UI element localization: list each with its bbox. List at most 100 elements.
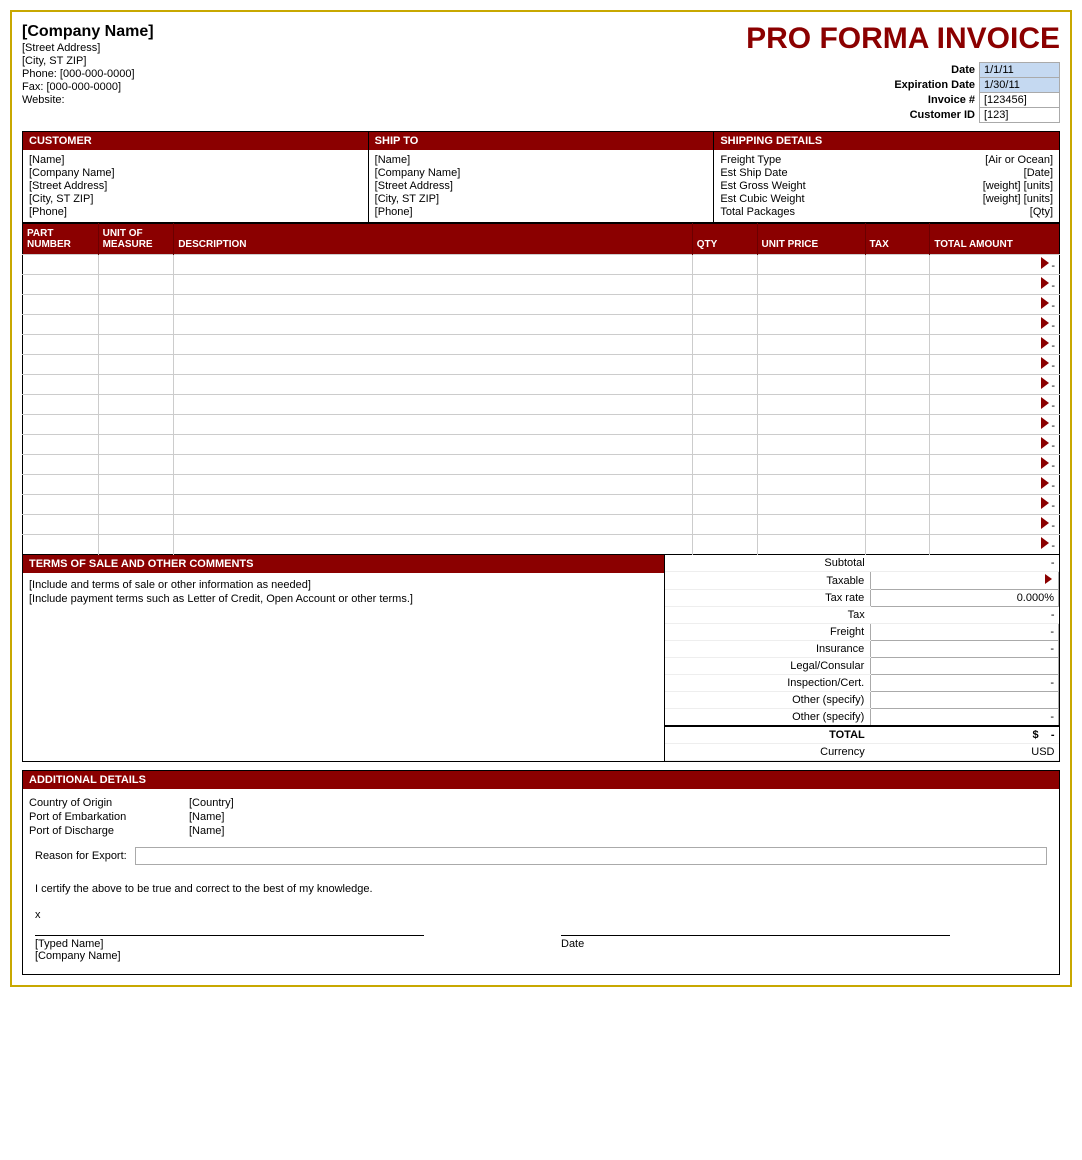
shipto-col: SHIP TO [Name] [Company Name] [Street Ad… xyxy=(369,132,715,222)
table-cell xyxy=(865,415,930,435)
table-row: - xyxy=(23,535,1060,555)
table-cell xyxy=(757,455,865,475)
shipping-header: SHIPPING DETAILS xyxy=(714,132,1059,150)
customer-id-label: Customer ID xyxy=(890,108,979,123)
taxable-label: Taxable xyxy=(665,572,870,590)
date-label: Date xyxy=(890,63,979,78)
typed-company: [Company Name] xyxy=(35,950,521,962)
table-cell xyxy=(98,495,174,515)
shipping-body: Freight Type [Air or Ocean] Est Ship Dat… xyxy=(714,150,1059,222)
table-row: - xyxy=(23,375,1060,395)
discharge-value: [Name] xyxy=(189,825,1053,837)
country-row: Country of Origin [Country] xyxy=(29,797,1053,809)
table-cell xyxy=(757,335,865,355)
sig-line-name xyxy=(35,935,424,936)
table-cell xyxy=(23,435,99,455)
customer-id-value: [123] xyxy=(980,108,1060,123)
discharge-label: Port of Discharge xyxy=(29,825,189,837)
table-cell xyxy=(23,275,99,295)
table-row: - xyxy=(23,355,1060,375)
table-cell xyxy=(865,275,930,295)
table-cell xyxy=(98,395,174,415)
th-price: UNIT PRICE xyxy=(757,224,865,255)
table-cell: - xyxy=(930,375,1060,395)
embarkation-value: [Name] xyxy=(189,811,1053,823)
table-cell xyxy=(757,535,865,555)
table-cell xyxy=(174,275,693,295)
shipto-company: [Company Name] xyxy=(375,167,708,179)
shipto-address: [Street Address] xyxy=(375,180,708,192)
total-packages-value: [Qty] xyxy=(1030,206,1053,218)
table-cell xyxy=(23,315,99,335)
tax-arrow-icon xyxy=(1041,417,1049,429)
invoice-title: PRO FORMA INVOICE xyxy=(541,22,1060,56)
insurance-value: - xyxy=(1050,643,1054,655)
cubic-weight-value: [weight] [units] xyxy=(983,193,1053,205)
total-value: - xyxy=(1051,729,1055,741)
table-row: - xyxy=(23,335,1060,355)
freight-value: - xyxy=(1050,626,1054,638)
freight-type-value: [Air or Ocean] xyxy=(985,154,1053,166)
other1-label: Other (specify) xyxy=(665,692,870,709)
table-cell xyxy=(23,375,99,395)
shipto-phone: [Phone] xyxy=(375,206,708,218)
invoice-title-area: PRO FORMA INVOICE Date 1/1/11 Expiration… xyxy=(541,22,1060,123)
table-row: - xyxy=(23,295,1060,315)
tax-arrow-icon xyxy=(1041,497,1049,509)
table-cell xyxy=(23,295,99,315)
table-row: - xyxy=(23,495,1060,515)
tax-arrow-icon xyxy=(1041,517,1049,529)
website: Website: xyxy=(22,94,541,106)
table-cell xyxy=(692,395,757,415)
table-cell xyxy=(23,255,99,275)
table-cell xyxy=(692,515,757,535)
table-cell xyxy=(757,275,865,295)
company-info: [Company Name] [Street Address] [City, S… xyxy=(22,22,541,123)
table-cell xyxy=(174,495,693,515)
table-cell xyxy=(23,355,99,375)
table-cell xyxy=(757,375,865,395)
header-section: [Company Name] [Street Address] [City, S… xyxy=(22,22,1060,123)
sig-x: x xyxy=(35,909,521,921)
table-cell xyxy=(692,295,757,315)
table-cell xyxy=(692,275,757,295)
table-cell xyxy=(692,415,757,435)
sig-block-name: x [Typed Name] [Company Name] xyxy=(35,909,521,962)
table-cell xyxy=(23,495,99,515)
table-cell xyxy=(174,455,693,475)
table-cell xyxy=(757,475,865,495)
table-cell: - xyxy=(930,515,1060,535)
table-cell xyxy=(174,475,693,495)
currency-label: Currency xyxy=(665,744,870,761)
table-row: - xyxy=(23,475,1060,495)
legal-label: Legal/Consular xyxy=(665,658,870,675)
table-cell xyxy=(174,415,693,435)
table-cell xyxy=(692,255,757,275)
table-cell xyxy=(98,315,174,335)
table-cell xyxy=(865,395,930,415)
customer-phone: [Phone] xyxy=(29,206,362,218)
invoice-num-value: [123456] xyxy=(980,93,1060,108)
date-value: 1/1/11 xyxy=(980,63,1060,78)
customer-city: [City, ST ZIP] xyxy=(29,193,362,205)
terms-line1: [Include and terms of sale or other info… xyxy=(29,579,658,591)
table-cell xyxy=(23,475,99,495)
table-row: - xyxy=(23,455,1060,475)
shipto-header: SHIP TO xyxy=(369,132,714,150)
table-cell xyxy=(865,335,930,355)
table-cell xyxy=(692,455,757,475)
reason-input[interactable] xyxy=(135,847,1047,865)
reason-row: Reason for Export: xyxy=(35,847,1047,865)
country-value: [Country] xyxy=(189,797,1053,809)
invoice-num-label: Invoice # xyxy=(890,93,979,108)
gross-weight-value: [weight] [units] xyxy=(983,180,1053,192)
certify-text: I certify the above to be true and corre… xyxy=(29,875,1053,903)
table-cell xyxy=(757,255,865,275)
table-cell xyxy=(757,415,865,435)
shipto-name: [Name] xyxy=(375,154,708,166)
table-cell xyxy=(174,355,693,375)
company-name: [Company Name] xyxy=(22,23,541,41)
shipto-city: [City, ST ZIP] xyxy=(375,193,708,205)
table-cell xyxy=(692,375,757,395)
table-cell xyxy=(757,435,865,455)
